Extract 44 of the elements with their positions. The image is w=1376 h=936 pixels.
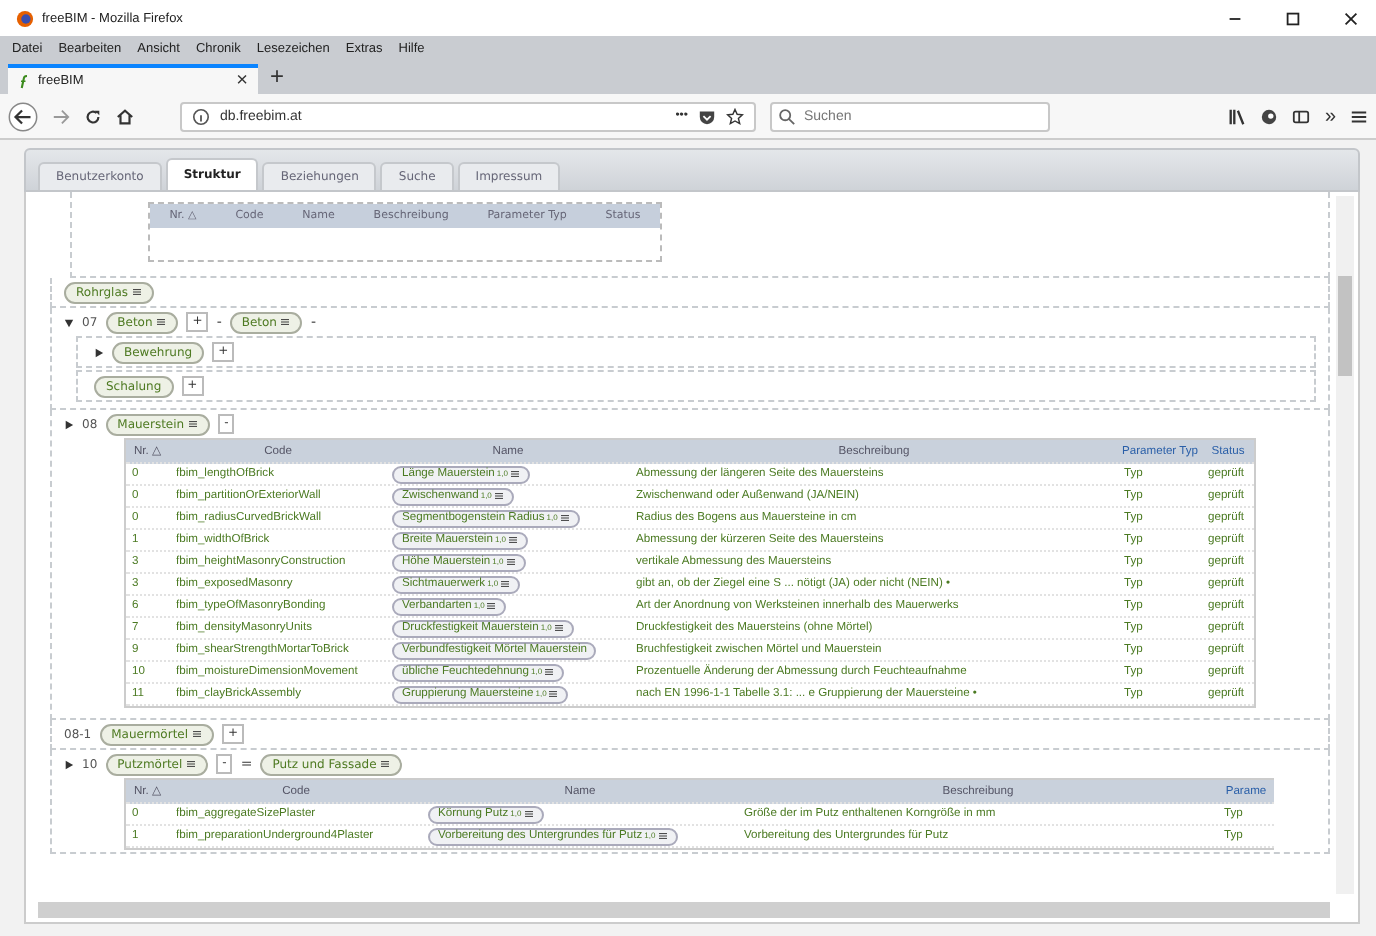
expand-toggle[interactable] [64, 759, 74, 769]
info-icon[interactable] [192, 107, 210, 125]
search-icon [778, 107, 796, 125]
site-logo-icon [18, 73, 30, 89]
pocket-icon[interactable] [698, 107, 716, 125]
expand-toggle[interactable] [94, 347, 104, 357]
list-icon [186, 760, 197, 768]
sidebar-icon[interactable] [1292, 107, 1311, 125]
list-icon [523, 810, 534, 818]
back-icon[interactable] [8, 101, 38, 131]
list-icon [544, 668, 555, 676]
home-icon[interactable] [116, 107, 134, 125]
list-icon [192, 730, 203, 738]
list-icon [553, 624, 564, 632]
tab-close-button[interactable]: × [236, 70, 248, 92]
library-icon[interactable] [1228, 107, 1247, 125]
list-icon [380, 760, 391, 768]
horizontal-scrollbar[interactable] [38, 902, 1330, 918]
list-icon [505, 558, 516, 566]
list-icon [493, 492, 504, 500]
reload-icon[interactable] [84, 107, 102, 125]
expand-toggle[interactable] [64, 419, 74, 429]
close-icon[interactable] [1342, 9, 1360, 27]
list-icon [559, 514, 570, 522]
star-icon[interactable] [726, 107, 744, 125]
list-icon [486, 602, 497, 610]
list-icon [548, 690, 559, 698]
vertical-scrollbar[interactable] [1336, 196, 1354, 894]
list-icon [132, 288, 143, 296]
list-icon [156, 318, 167, 326]
list-icon [509, 470, 520, 478]
browser-logo-icon [16, 9, 34, 27]
menu-icon[interactable] [1350, 107, 1368, 125]
list-icon [188, 420, 199, 428]
sync-icon[interactable] [1260, 107, 1279, 125]
list-icon [657, 832, 668, 840]
expand-toggle[interactable] [64, 317, 74, 327]
maximize-icon[interactable] [1284, 9, 1302, 27]
list-icon [280, 318, 291, 326]
forward-icon[interactable] [52, 107, 70, 125]
overflow-button[interactable]: » [1324, 105, 1336, 127]
list-icon [508, 536, 518, 544]
new-tab-button[interactable]: + [258, 62, 297, 94]
list-icon [500, 580, 511, 588]
